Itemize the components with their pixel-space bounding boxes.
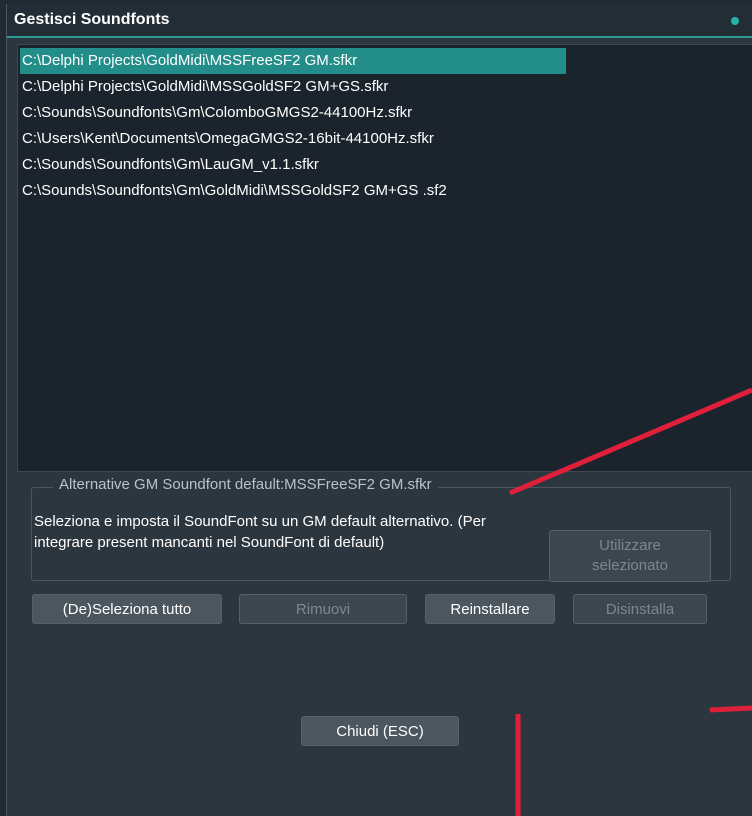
toggle-select-all-button[interactable]: (De)Seleziona tutto	[32, 594, 222, 624]
remove-button[interactable]: Rimuovi	[239, 594, 407, 624]
soundfont-list-item[interactable]: C:\Delphi Projects\GoldMidi\MSSGoldSF2 G…	[20, 74, 394, 100]
uninstall-button[interactable]: Disinstalla	[573, 594, 707, 624]
soundfont-list-item[interactable]: C:\Sounds\Soundfonts\Gm\GoldMidi\MSSGold…	[20, 178, 453, 204]
status-dot-icon	[731, 17, 739, 25]
soundfont-list-item[interactable]: C:\Users\Kent\Documents\OmegaGMGS2-16bit…	[20, 126, 440, 152]
soundfont-list[interactable]: C:\Delphi Projects\GoldMidi\MSSFreeSF2 G…	[17, 44, 752, 472]
use-selected-button[interactable]: Utilizzare selezionato	[549, 530, 711, 582]
title-bar: Gestisci Soundfonts	[7, 4, 752, 38]
dialog-title: Gestisci Soundfonts	[14, 11, 170, 28]
reinstall-button[interactable]: Reinstallare	[425, 594, 555, 624]
close-button[interactable]: Chiudi (ESC)	[301, 716, 459, 746]
soundfont-list-item[interactable]: C:\Delphi Projects\GoldMidi\MSSFreeSF2 G…	[20, 48, 566, 74]
alternative-soundfont-description: Seleziona e imposta il SoundFont su un G…	[34, 513, 486, 551]
alternative-soundfont-title: Alternative GM Soundfont default:MSSFree…	[53, 476, 438, 493]
soundfont-list-item[interactable]: C:\Sounds\Soundfonts\Gm\LauGM_v1.1.sfkr	[20, 152, 325, 178]
soundfont-list-item[interactable]: C:\Sounds\Soundfonts\Gm\ColomboGMGS2-441…	[20, 100, 418, 126]
soundfonts-dialog: Gestisci Soundfonts C:\Delphi Projects\G…	[6, 4, 752, 816]
use-selected-label-line2: selezionato	[592, 557, 668, 574]
use-selected-label-line1: Utilizzare	[599, 537, 661, 554]
